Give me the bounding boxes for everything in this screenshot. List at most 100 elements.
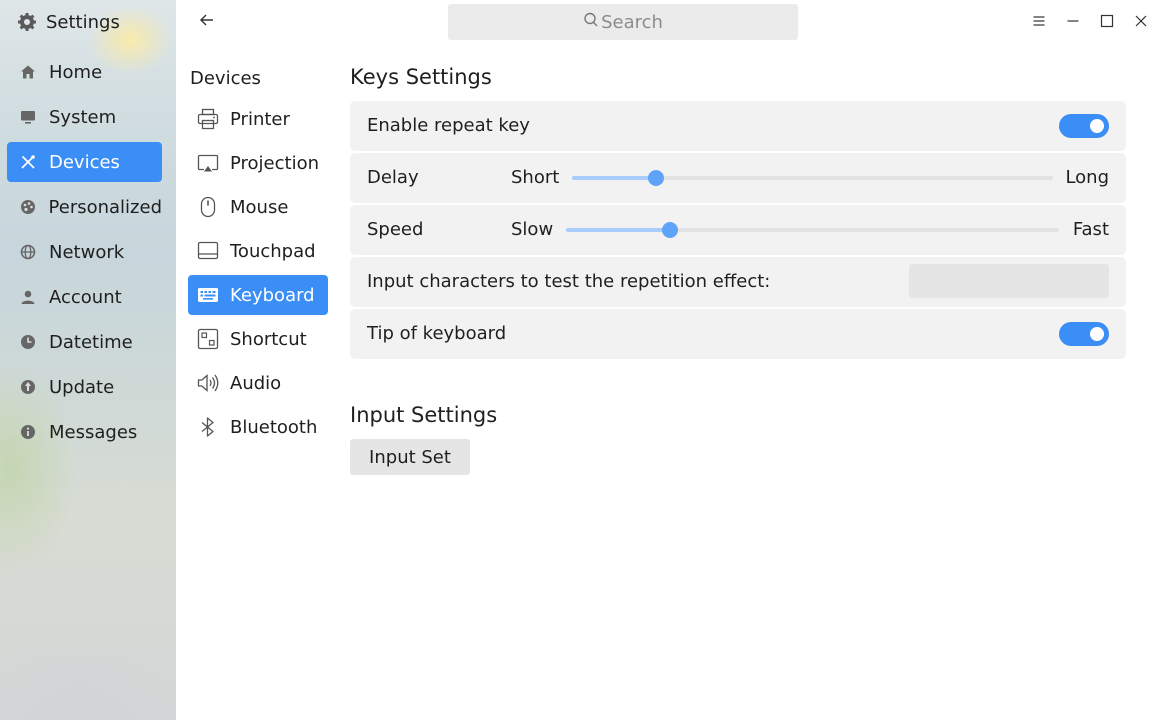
projection-icon [196,151,220,175]
repeat-test-input[interactable] [909,264,1109,298]
devices-item-audio[interactable]: Audio [188,363,328,403]
speed-slider-handle[interactable] [661,222,678,238]
devices-item-shortcut[interactable]: Shortcut [188,319,328,359]
search-icon [583,12,599,32]
gear-icon [16,11,38,33]
repeat-test-label: Input characters to test the repetition … [367,271,771,292]
minimize-button[interactable] [1059,8,1087,36]
sidebar-nav: Home System Devices Personalized Network… [7,52,162,457]
sidebar-item-datetime[interactable]: Datetime [7,322,162,362]
sidebar-item-messages[interactable]: Messages [7,412,162,452]
devices-item-label: Printer [230,108,290,130]
arrow-left-icon [199,12,215,32]
maximize-button[interactable] [1093,8,1121,36]
toggle-knob [1090,119,1104,133]
sidebar-item-label: System [49,106,117,128]
repeat-test-row: Input characters to test the repetition … [350,257,1126,307]
sidebar: Settings Home System Devices Personalize… [0,0,176,720]
devices-item-label: Shortcut [230,328,307,350]
settings-window: Settings Home System Devices Personalize… [0,0,1160,720]
app-title: Settings [16,8,120,36]
sidebar-item-update[interactable]: Update [7,367,162,407]
speed-label: Speed [367,219,424,240]
search-input[interactable]: Search [448,4,798,40]
sidebar-item-label: Datetime [49,331,133,353]
delay-label: Delay [367,167,419,188]
clock-icon [19,333,37,351]
keyboard-tip-row: Tip of keyboard [350,309,1126,359]
speed-max-label: Fast [1072,219,1109,240]
speed-row: Speed Slow Fast [350,205,1126,255]
sidebar-item-system[interactable]: System [7,97,162,137]
close-icon [1134,13,1148,32]
sidebar-item-personalized[interactable]: Personalized [7,187,162,227]
delay-row: Delay Short Long [350,153,1126,203]
menu-button[interactable] [1025,8,1053,36]
devices-item-label: Audio [230,372,282,394]
devices-list-title: Devices [190,68,261,89]
printer-icon [196,107,220,131]
sidebar-item-label: Personalized [48,196,162,218]
speed-min-label: Slow [511,219,554,240]
keyboard-icon [196,283,220,307]
monitor-icon [19,108,37,126]
delay-max-label: Long [1065,167,1109,188]
bluetooth-icon [196,415,220,439]
keyboard-tip-label: Tip of keyboard [367,323,507,344]
update-icon [19,378,37,396]
devices-item-keyboard[interactable]: Keyboard [188,275,328,315]
devices-item-label: Touchpad [230,240,316,262]
devices-item-label: Keyboard [230,284,315,306]
devices-list: Printer Projection Mouse Touchpad Keyboa… [188,99,328,451]
devices-item-projection[interactable]: Projection [188,143,328,183]
sidebar-item-home[interactable]: Home [7,52,162,92]
toggle-knob [1090,327,1104,341]
input-set-button[interactable]: Input Set [350,439,470,475]
back-button[interactable] [193,8,221,36]
app-title-text: Settings [46,11,120,33]
sidebar-item-label: Account [49,286,122,308]
sidebar-item-devices[interactable]: Devices [7,142,162,182]
sidebar-item-label: Home [49,61,103,83]
sidebar-item-account[interactable]: Account [7,277,162,317]
delay-slider-handle[interactable] [648,170,665,186]
sidebar-item-label: Update [49,376,115,398]
keys-settings-title: Keys Settings [350,65,492,89]
shortcut-icon [196,327,220,351]
devices-item-label: Bluetooth [230,416,318,438]
repeat-key-toggle[interactable] [1059,114,1109,138]
minimize-icon [1066,13,1080,32]
delay-min-label: Short [511,167,560,188]
palette-icon [19,198,37,216]
devices-item-touchpad[interactable]: Touchpad [188,231,328,271]
menu-icon [1032,13,1046,32]
delay-slider[interactable] [572,170,1053,186]
delay-slider-fill [572,176,657,180]
speed-slider-fill [566,228,670,232]
user-icon [19,288,37,306]
mouse-icon [196,195,220,219]
globe-icon [19,243,37,261]
touchpad-icon [196,239,220,263]
input-settings-title: Input Settings [350,403,498,427]
sidebar-item-label: Network [49,241,125,263]
sidebar-item-label: Devices [49,151,120,173]
devices-item-mouse[interactable]: Mouse [188,187,328,227]
devices-item-label: Mouse [230,196,289,218]
sidebar-item-label: Messages [49,421,138,443]
devices-item-bluetooth[interactable]: Bluetooth [188,407,328,447]
repeat-key-row: Enable repeat key [350,101,1126,151]
speaker-icon [196,371,220,395]
devices-item-printer[interactable]: Printer [188,99,328,139]
maximize-icon [1100,13,1114,32]
keyboard-tip-toggle[interactable] [1059,322,1109,346]
repeat-key-label: Enable repeat key [367,115,530,136]
home-icon [19,63,37,81]
search-placeholder: Search [601,11,663,33]
devices-item-label: Projection [230,152,320,174]
close-button[interactable] [1127,8,1155,36]
sidebar-item-network[interactable]: Network [7,232,162,272]
speed-slider[interactable] [566,222,1059,238]
tools-icon [19,153,37,171]
info-icon [19,423,37,441]
